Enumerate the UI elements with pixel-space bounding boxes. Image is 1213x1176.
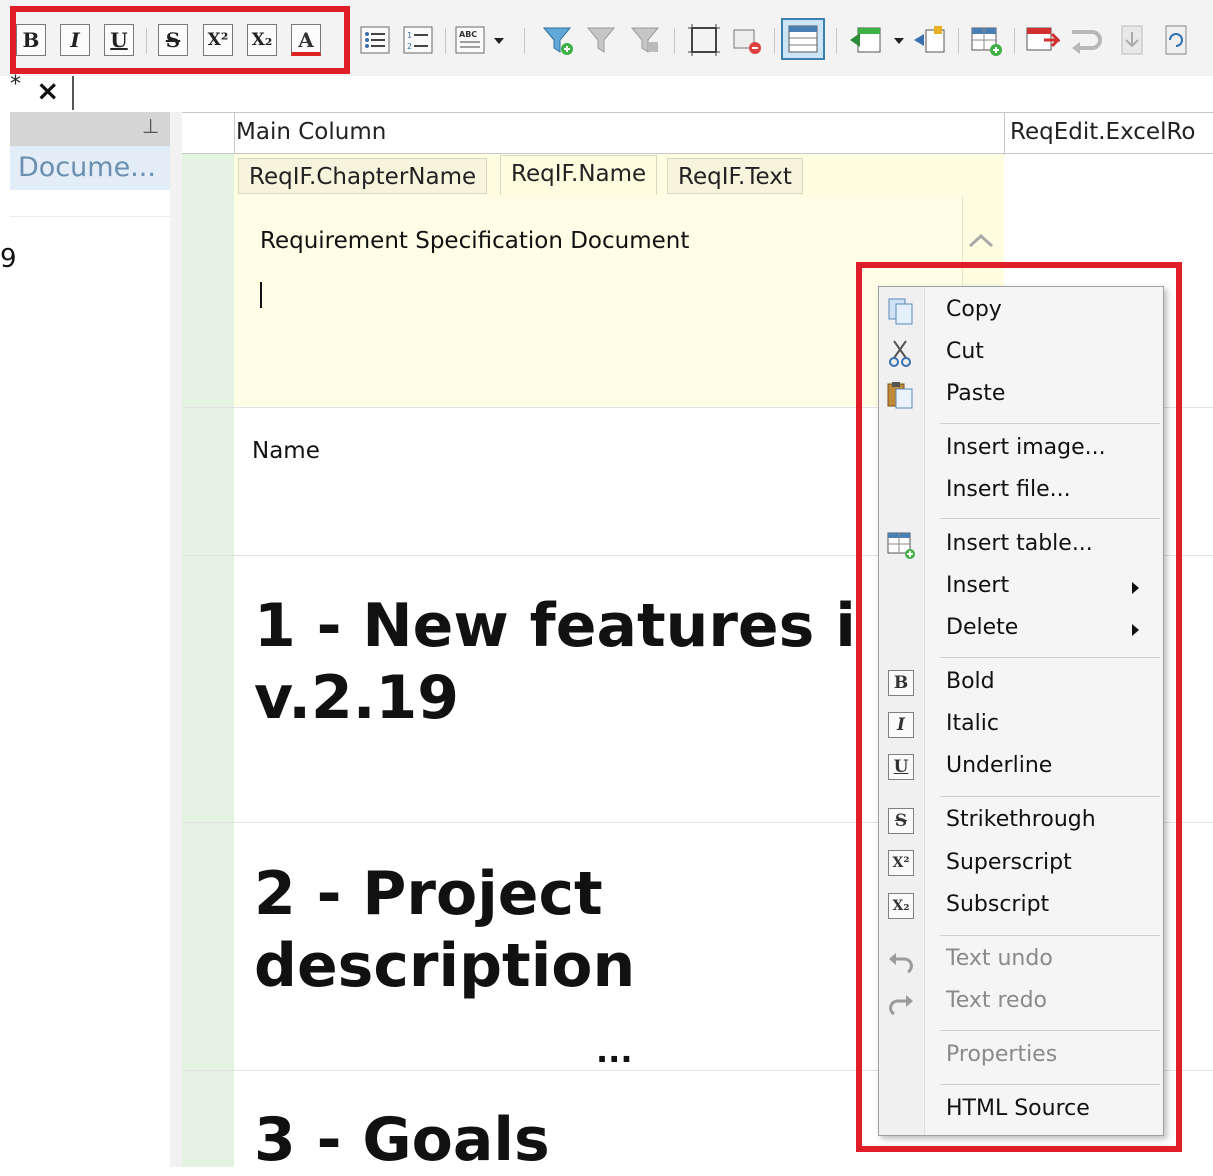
partial-text: 9	[0, 244, 17, 274]
filter-clear-icon[interactable]	[628, 22, 664, 58]
move-left-icon[interactable]	[848, 22, 884, 58]
heading-1-line-1: 1 - New features i	[254, 591, 856, 661]
wrap-icon[interactable]	[1068, 22, 1104, 58]
column-header-main[interactable]: Main Column	[236, 119, 386, 145]
svg-text:ABC: ABC	[459, 30, 477, 39]
ellipsis[interactable]: ...	[596, 1032, 632, 1070]
left-divider	[10, 216, 170, 217]
export-icon[interactable]	[1024, 22, 1060, 58]
tab-strip: * ×	[0, 72, 1213, 112]
insert-table-icon[interactable]	[968, 22, 1004, 58]
heading-2-line-2: description	[254, 931, 636, 1001]
spellcheck-icon[interactable]: ABC	[452, 22, 488, 58]
tab-reqif-name[interactable]: ReqIF.Name	[500, 155, 658, 195]
shape-remove-icon[interactable]	[728, 22, 764, 58]
filter-add-icon[interactable]	[540, 22, 576, 58]
chevron-down-icon[interactable]	[490, 22, 508, 58]
outdent-icon[interactable]	[912, 22, 948, 58]
left-panel-header: ⊥	[10, 112, 170, 146]
toolbar-separator	[774, 28, 775, 54]
tab-reqif-text[interactable]: ReqIF.Text	[667, 158, 803, 194]
heading-1-line-2: v.2.19	[254, 663, 460, 733]
left-panel	[10, 112, 170, 1167]
heading-3: 3 - Goals	[254, 1105, 550, 1175]
chevron-down-icon[interactable]	[890, 22, 908, 58]
svg-text:1: 1	[407, 31, 412, 40]
column-header-reqedit[interactable]: ReqEdit.ExcelRo	[1010, 119, 1196, 145]
grid-header: Main Column ReqEdit.ExcelRo	[182, 112, 1213, 155]
bullet-list-icon[interactable]	[357, 22, 393, 58]
frame-icon[interactable]	[686, 22, 722, 58]
highlight-box-toolbar	[10, 6, 350, 74]
highlight-box-menu	[856, 262, 1182, 1152]
editor-text: Requirement Specification Document	[260, 228, 690, 254]
toolbar-separator	[958, 28, 959, 54]
text-cursor	[260, 282, 262, 308]
toolbar-separator	[836, 28, 837, 54]
rich-text-editor[interactable]: Requirement Specification Document	[236, 196, 963, 404]
header-divider	[234, 113, 235, 155]
pin-icon[interactable]: ⊥	[142, 114, 159, 138]
tab-reqif-chaptername[interactable]: ReqIF.ChapterName	[238, 158, 488, 194]
toolbar: B I U S X² X₂ A 12 ABC	[0, 0, 1213, 76]
close-icon[interactable]: ×	[36, 74, 59, 107]
refresh-icon[interactable]	[1158, 22, 1194, 58]
modified-marker: *	[10, 72, 21, 97]
panel-splitter[interactable]	[170, 112, 182, 1167]
toolbar-separator	[1014, 28, 1015, 54]
table-view-toggle-icon[interactable]	[781, 18, 825, 60]
name-label: Name	[252, 438, 320, 464]
toolbar-separator	[674, 28, 675, 54]
row-indicator-column	[182, 154, 234, 1167]
import-icon[interactable]	[1114, 22, 1150, 58]
toolbar-separator	[524, 28, 525, 54]
numbered-list-icon[interactable]: 12	[400, 22, 436, 58]
header-divider	[1004, 113, 1005, 155]
svg-text:2: 2	[407, 42, 412, 51]
document-tree-item[interactable]: Docume...	[10, 146, 170, 190]
toolbar-separator	[445, 28, 446, 54]
filter-icon[interactable]	[584, 22, 620, 58]
heading-2-line-1: 2 - Project	[254, 859, 603, 929]
tab-divider	[72, 76, 74, 110]
scroll-up-icon[interactable]	[966, 228, 996, 252]
